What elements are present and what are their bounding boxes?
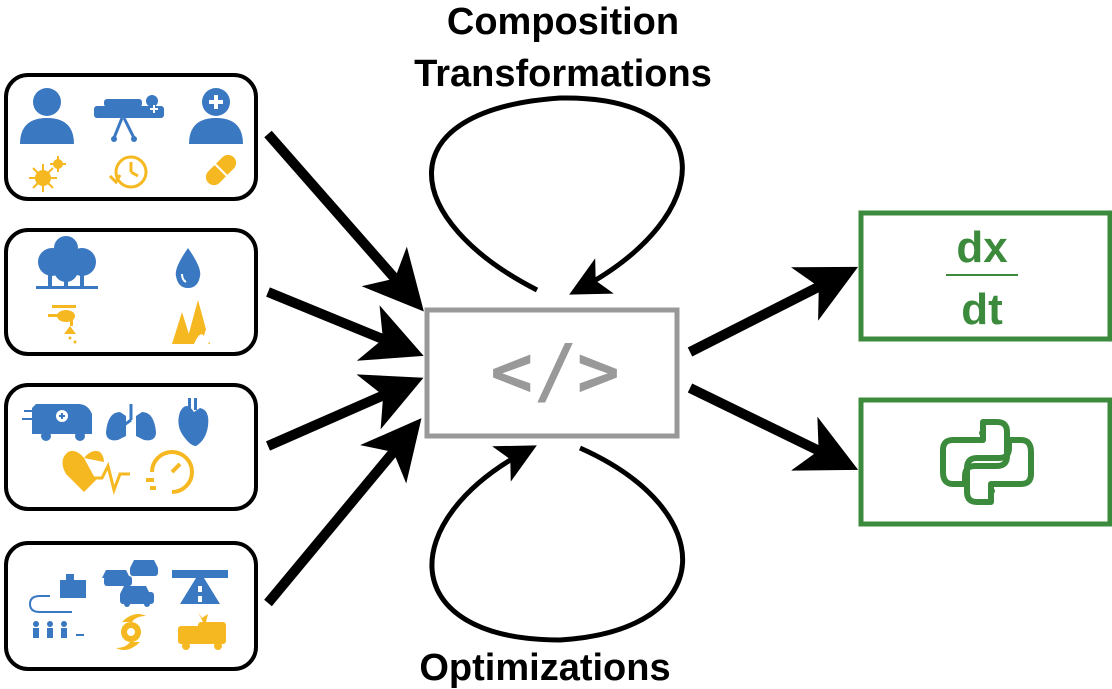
composition-label: Composition <box>447 1 679 43</box>
python-box <box>858 397 1112 527</box>
input-panel-cardiology <box>4 383 258 511</box>
input-panel-transportation <box>4 541 258 671</box>
derivative-denominator: dt <box>961 285 1003 334</box>
input-arrow-4 <box>264 418 422 607</box>
top-loop-arrow <box>429 95 685 295</box>
input-panel-healthcare <box>4 73 258 201</box>
output-arrow-python <box>687 383 859 471</box>
diagram-canvas: Composition Transformations Optimization… <box>4 1 1112 689</box>
input-arrow-2 <box>266 287 424 361</box>
optimizations-label: Optimizations <box>419 647 670 689</box>
transformations-label: Transformations <box>414 53 712 95</box>
code-box: </> <box>424 307 680 439</box>
input-arrow-3 <box>265 374 424 451</box>
code-symbol: </> <box>490 329 620 413</box>
input-panel-environment <box>4 228 258 356</box>
derivative-box: dx dt <box>858 210 1112 342</box>
derivative-numerator: dx <box>956 223 1008 272</box>
input-arrow-1 <box>264 130 424 312</box>
bottom-loop-arrow <box>429 445 686 643</box>
output-arrow-derivative <box>687 266 859 357</box>
